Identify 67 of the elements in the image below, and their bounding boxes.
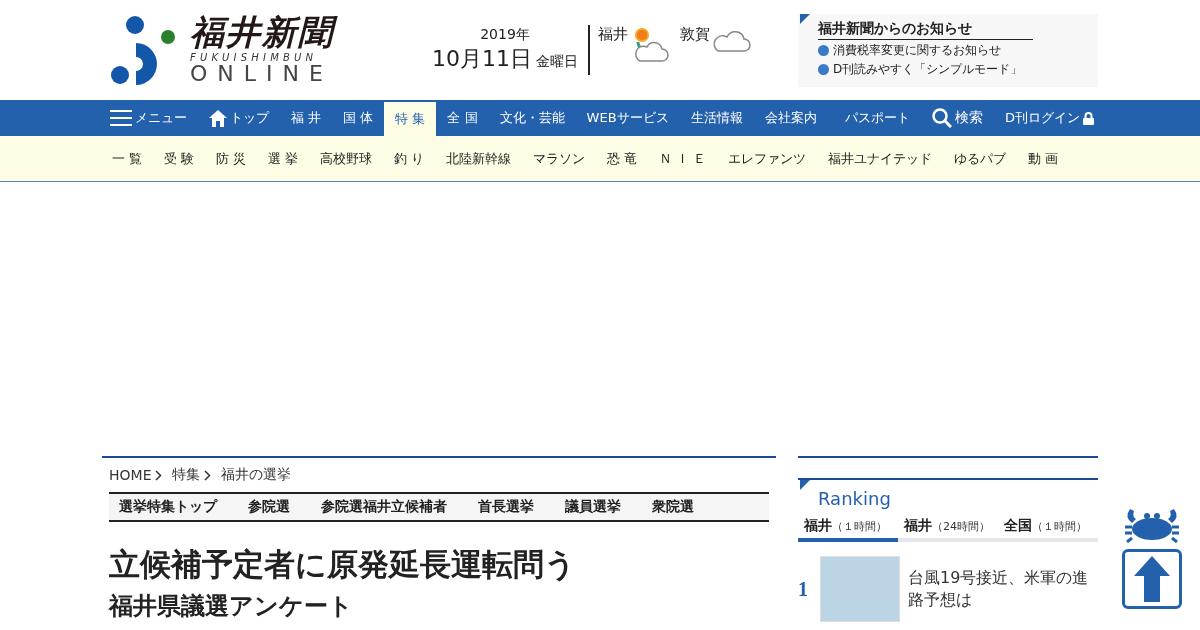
city-name: 敦賀 — [680, 25, 710, 44]
nav-tab[interactable]: 特 集 — [384, 102, 437, 136]
scroll-top-button[interactable] — [1122, 549, 1182, 609]
article-subtitle: 福井県議選アンケート — [109, 591, 354, 622]
corner-icon — [800, 13, 810, 24]
nav-tab[interactable]: 全 国 — [436, 100, 489, 136]
sub-nav-link[interactable]: 防 災 — [215, 150, 246, 168]
lock-icon — [1083, 111, 1094, 125]
chevron-icon — [204, 469, 212, 481]
nav-tab[interactable]: 福 井 — [280, 100, 333, 136]
breadcrumb-link[interactable]: 福井の選挙 — [221, 466, 292, 484]
election-tab[interactable]: 首長選挙 — [478, 498, 534, 516]
sub-nav-link[interactable]: ゆるパブ — [953, 150, 1006, 168]
sub-nav-link[interactable]: 一 覧 — [112, 150, 142, 168]
sub-nav-link[interactable]: 釣 り — [393, 150, 424, 168]
ranking-tab[interactable]: 福井（24時間） — [898, 515, 998, 542]
notice-link[interactable]: 消費税率変更に関するお知らせ — [833, 41, 1001, 59]
nav-tab[interactable]: 会社案内 — [753, 100, 828, 136]
logo-online: ONLINE — [190, 63, 333, 85]
sub-nav-link[interactable]: 選 挙 — [267, 150, 298, 168]
sub-nav-link[interactable]: 福井ユナイテッド — [827, 150, 932, 168]
menu-button[interactable]: メニュー — [102, 100, 198, 136]
sub-nav-link[interactable]: マラソン — [532, 150, 585, 168]
up-arrow-icon — [1134, 556, 1170, 602]
home-icon — [209, 109, 227, 127]
bullet-icon — [818, 44, 829, 56]
notice-link[interactable]: D刊読みやすく「シンプルモード」 — [833, 60, 1023, 78]
logo-mark-icon — [110, 15, 176, 85]
rank-number: 1 — [798, 577, 809, 601]
election-tab[interactable]: 議員選挙 — [565, 498, 621, 516]
ranking-headline[interactable]: 台風19号接近、米軍の進路予想は — [908, 566, 1098, 612]
sub-nav-link[interactable]: 恐 竜 — [606, 150, 637, 168]
election-tab[interactable]: 参院選福井立候補者 — [321, 498, 447, 516]
date-year: 2019年 — [480, 26, 530, 44]
breadcrumb-link[interactable]: 特集 — [172, 466, 212, 484]
breadcrumb-link[interactable]: HOME — [109, 467, 163, 483]
article-title: 立候補予定者に原発延長運転問う — [109, 545, 577, 584]
bullet-icon — [818, 63, 829, 75]
sub-nav-link[interactable]: 北陸新幹線 — [445, 150, 511, 168]
search-button[interactable]: 検索 — [921, 100, 994, 136]
nav-tab[interactable]: 生活情報 — [679, 100, 754, 136]
election-tab[interactable]: 参院選 — [248, 498, 290, 516]
nav-tab[interactable]: WEBサービス — [575, 100, 680, 136]
corner-icon — [800, 480, 810, 490]
ranking-tab[interactable]: 全国（１時間） — [998, 515, 1098, 542]
menu-icon — [110, 110, 132, 126]
sub-nav-link[interactable]: 受 験 — [164, 150, 194, 168]
ranking-title: Ranking — [818, 488, 891, 509]
ranking-tab[interactable]: 福井（１時間） — [798, 515, 898, 542]
notice-title: 福井新聞からのお知らせ — [818, 19, 1033, 40]
logo-subtitle: FUKUISHIMBUN — [190, 52, 318, 63]
election-tab[interactable]: 選挙特集トップ — [119, 498, 217, 516]
sub-nav-link[interactable]: エレファンツ — [727, 150, 806, 168]
date-weekday: 金曜日 — [536, 53, 578, 71]
election-tab[interactable]: 衆院選 — [652, 498, 694, 516]
city-name: 福井 — [598, 25, 628, 44]
search-icon — [932, 108, 952, 128]
nav-tab[interactable]: 国 体 — [332, 100, 385, 136]
sub-nav-link[interactable]: 高校野球 — [319, 150, 372, 168]
nav-tab[interactable]: 文化・芸能 — [488, 100, 576, 136]
sub-nav-link[interactable]: Ｎ Ｉ Ｅ — [658, 150, 706, 168]
chevron-icon — [155, 469, 163, 481]
date-day: 10月11日 — [432, 44, 532, 74]
login-link[interactable]: D刊ログイン — [994, 100, 1098, 136]
sub-nav-link[interactable]: 動 画 — [1027, 150, 1058, 168]
passport-link[interactable]: パスポート — [834, 100, 921, 136]
nav-tab[interactable]: トップ — [198, 100, 280, 136]
